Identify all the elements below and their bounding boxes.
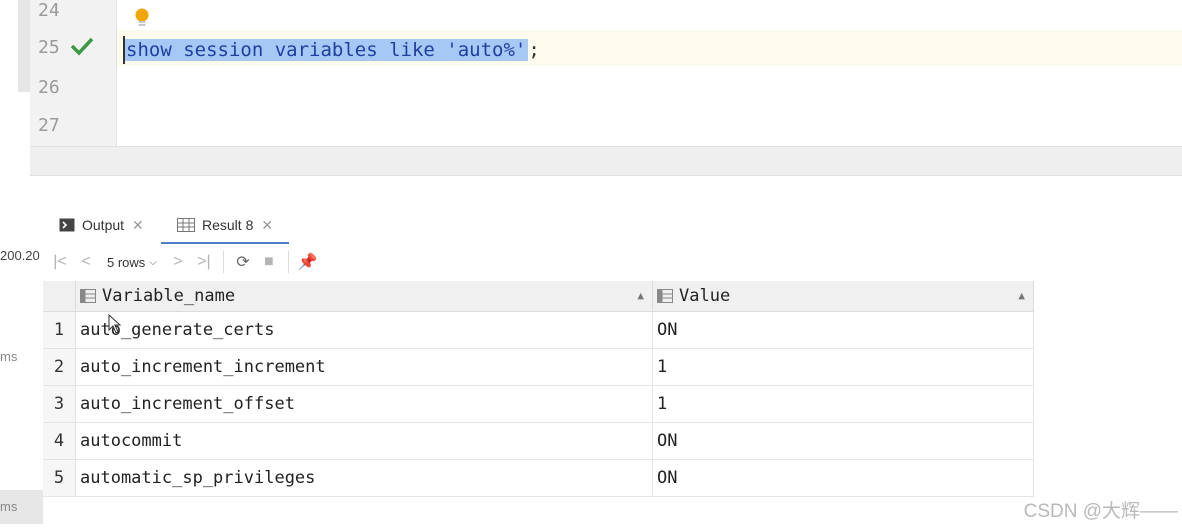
- console-icon: [59, 218, 75, 232]
- row-number: 3: [43, 385, 76, 423]
- row-number: 5: [43, 459, 76, 497]
- line-number: 27: [38, 115, 60, 136]
- column-header-value[interactable]: Value ▲: [652, 281, 1034, 311]
- table-row[interactable]: 2 auto_increment_increment 1: [43, 348, 1034, 386]
- check-icon: [70, 37, 94, 56]
- cell-variable-name[interactable]: auto_generate_certs: [75, 311, 653, 349]
- toolbar-divider: [287, 251, 289, 273]
- table-header-row: Variable_name ▲ Value ▲: [43, 281, 1034, 311]
- toolbar-divider: [222, 251, 224, 273]
- left-edge-text: ms: [0, 490, 43, 524]
- rows-label: 5 rows: [107, 254, 146, 270]
- cell-variable-name[interactable]: auto_increment_offset: [75, 385, 653, 423]
- cell-variable-name[interactable]: autocommit: [75, 422, 653, 460]
- left-edge-text: 200.20: [0, 248, 40, 263]
- editor-bottom-bar: [30, 146, 1182, 176]
- row-number: 1: [43, 311, 76, 349]
- column-header-variable-name[interactable]: Variable_name ▲: [75, 281, 653, 311]
- tab-output[interactable]: Output ✕: [59, 208, 144, 242]
- line-number: 24: [38, 0, 60, 21]
- statement-terminator: ;: [528, 39, 540, 61]
- stop-icon[interactable]: ■: [256, 249, 282, 275]
- cell-value[interactable]: 1: [652, 348, 1034, 386]
- cell-value[interactable]: ON: [652, 422, 1034, 460]
- refresh-icon[interactable]: ⟳: [230, 249, 256, 275]
- code-line[interactable]: show session variables like 'auto%';: [124, 35, 540, 65]
- table-row[interactable]: 5 automatic_sp_privileges ON: [43, 459, 1034, 497]
- last-page-icon[interactable]: >|: [191, 249, 217, 275]
- rows-selector[interactable]: 5 rows ⌵: [107, 255, 157, 270]
- column-label: Value: [679, 285, 731, 306]
- line-number: 25: [38, 37, 60, 58]
- row-number: 2: [43, 348, 76, 386]
- close-icon[interactable]: ✕: [132, 217, 144, 234]
- table-icon: [177, 218, 195, 232]
- left-edge-text: ms: [0, 349, 18, 364]
- tab-result-label: Result 8: [202, 217, 254, 233]
- cell-variable-name[interactable]: automatic_sp_privileges: [75, 459, 653, 497]
- column-icon: [80, 288, 96, 303]
- table-row[interactable]: 4 autocommit ON: [43, 422, 1034, 460]
- watermark: CSDN @大辉——: [1023, 501, 1178, 522]
- close-icon[interactable]: ✕: [261, 217, 273, 234]
- cell-value[interactable]: ON: [652, 459, 1034, 497]
- sort-icon[interactable]: ▲: [1018, 289, 1025, 302]
- result-toolbar: |< < 5 rows ⌵ > >| ⟳ ■ 📌: [43, 244, 1182, 280]
- chevron-down-icon: ⌵: [149, 256, 157, 268]
- table-row[interactable]: 3 auto_increment_offset 1: [43, 385, 1034, 423]
- code-editor[interactable]: [117, 0, 1182, 146]
- cell-value[interactable]: 1: [652, 385, 1034, 423]
- selected-query[interactable]: show session variables like 'auto%': [124, 39, 529, 61]
- row-number: 4: [43, 422, 76, 460]
- result-table: Variable_name ▲ Value ▲ 1 auto_generate_…: [43, 281, 1034, 497]
- first-page-icon[interactable]: |<: [47, 249, 73, 275]
- mouse-cursor-icon: [108, 314, 122, 334]
- result-tabs: Output ✕ Result 8 ✕: [43, 208, 1182, 244]
- text-caret: [123, 36, 125, 64]
- lightbulb-icon[interactable]: [134, 7, 150, 29]
- cell-value[interactable]: ON: [652, 311, 1034, 349]
- column-icon: [657, 288, 673, 303]
- table-row[interactable]: 1 auto_generate_certs ON: [43, 311, 1034, 349]
- left-strip: [0, 0, 30, 175]
- cell-variable-name[interactable]: auto_increment_increment: [75, 348, 653, 386]
- row-number-header: [43, 281, 76, 311]
- tab-result-8[interactable]: Result 8 ✕: [161, 208, 290, 244]
- column-label: Variable_name: [102, 285, 236, 306]
- left-scroll-track: [18, 0, 30, 92]
- line-number: 26: [38, 77, 60, 98]
- next-page-icon[interactable]: >: [165, 249, 191, 275]
- previous-page-icon[interactable]: <: [73, 249, 99, 275]
- pin-icon[interactable]: 📌: [295, 249, 321, 275]
- sort-icon[interactable]: ▲: [637, 289, 644, 302]
- tab-output-label: Output: [82, 217, 125, 233]
